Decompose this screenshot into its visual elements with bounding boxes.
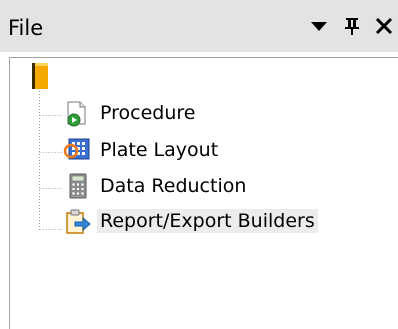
procedure-icon bbox=[63, 100, 91, 128]
dropdown-icon[interactable] bbox=[307, 14, 331, 38]
calculator-icon bbox=[63, 173, 91, 201]
folder-icon[interactable] bbox=[32, 63, 48, 93]
panel-titlebar: File bbox=[0, 0, 398, 52]
pin-icon[interactable] bbox=[340, 14, 364, 38]
file-tree: Procedure Plate Layout Data Reduction Re… bbox=[9, 57, 398, 329]
tree-item-label: Plate Layout bbox=[100, 139, 219, 161]
file-panel: File Procedure Plate Layout Data Reducti… bbox=[0, 0, 398, 329]
tree-item-label: Data Reduction bbox=[100, 175, 247, 197]
close-icon[interactable] bbox=[372, 14, 396, 38]
tree-item-label: Procedure bbox=[100, 102, 196, 124]
report-export-icon bbox=[63, 208, 91, 236]
panel-title: File bbox=[8, 16, 44, 40]
plate-layout-icon bbox=[63, 137, 91, 165]
tree-item-label: Report/Export Builders bbox=[97, 209, 318, 233]
